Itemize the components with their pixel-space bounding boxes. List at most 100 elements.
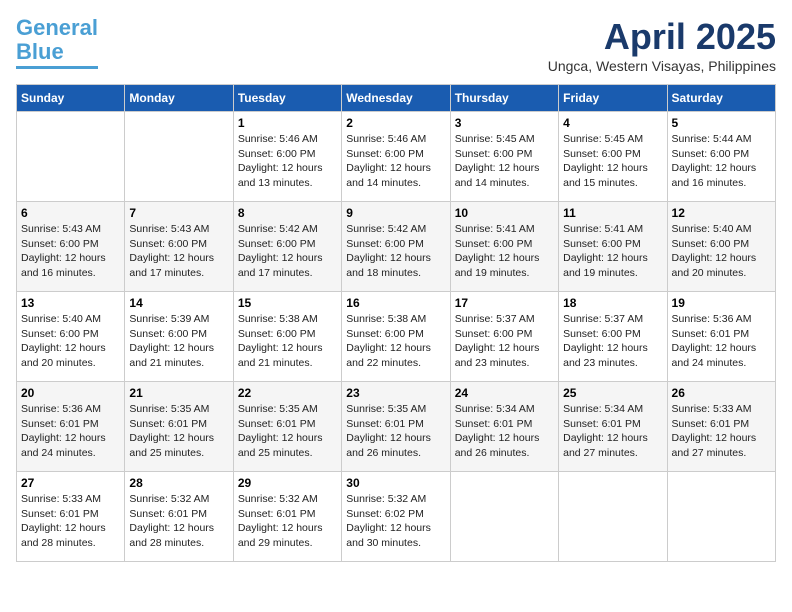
logo-general: General bbox=[16, 15, 98, 40]
day-info-line: Daylight: 12 hours and 29 minutes. bbox=[238, 521, 337, 550]
day-info-line: Sunrise: 5:37 AM bbox=[455, 312, 554, 327]
day-number: 23 bbox=[346, 386, 445, 400]
day-info-line: Sunset: 6:01 PM bbox=[129, 507, 228, 522]
logo-blue: Blue bbox=[16, 39, 64, 64]
day-info-line: Sunset: 6:00 PM bbox=[455, 147, 554, 162]
day-number: 24 bbox=[455, 386, 554, 400]
day-info-line: Sunset: 6:01 PM bbox=[21, 417, 120, 432]
day-info-line: Daylight: 12 hours and 28 minutes. bbox=[21, 521, 120, 550]
day-info-line: Sunset: 6:00 PM bbox=[563, 147, 662, 162]
day-info-line: Sunset: 6:00 PM bbox=[346, 147, 445, 162]
weekday-header-thursday: Thursday bbox=[450, 85, 558, 112]
day-info-line: Sunset: 6:01 PM bbox=[129, 417, 228, 432]
day-info-line: Sunset: 6:00 PM bbox=[238, 327, 337, 342]
day-info-line: Sunrise: 5:43 AM bbox=[21, 222, 120, 237]
day-info-line: Sunset: 6:01 PM bbox=[455, 417, 554, 432]
day-info-line: Sunrise: 5:46 AM bbox=[238, 132, 337, 147]
day-cell: 17Sunrise: 5:37 AMSunset: 6:00 PMDayligh… bbox=[450, 292, 558, 382]
day-cell: 2Sunrise: 5:46 AMSunset: 6:00 PMDaylight… bbox=[342, 112, 450, 202]
day-info-line: Sunrise: 5:40 AM bbox=[21, 312, 120, 327]
day-info-line: Sunset: 6:01 PM bbox=[672, 417, 771, 432]
day-info-line: Sunset: 6:00 PM bbox=[129, 327, 228, 342]
day-cell: 22Sunrise: 5:35 AMSunset: 6:01 PMDayligh… bbox=[233, 382, 341, 472]
day-number: 17 bbox=[455, 296, 554, 310]
day-cell: 5Sunrise: 5:44 AMSunset: 6:00 PMDaylight… bbox=[667, 112, 775, 202]
day-cell: 13Sunrise: 5:40 AMSunset: 6:00 PMDayligh… bbox=[17, 292, 125, 382]
day-number: 4 bbox=[563, 116, 662, 130]
day-info-line: Sunset: 6:00 PM bbox=[346, 237, 445, 252]
day-number: 20 bbox=[21, 386, 120, 400]
day-info-line: Sunrise: 5:38 AM bbox=[238, 312, 337, 327]
day-cell: 20 Sunrise: 5:36 AMSunset: 6:01 PMDayligh… bbox=[17, 382, 125, 472]
day-info-line: Sunset: 6:01 PM bbox=[238, 417, 337, 432]
day-cell: 28Sunrise: 5:32 AMSunset: 6:01 PMDayligh… bbox=[125, 472, 233, 562]
day-cell: 23Sunrise: 5:35 AMSunset: 6:01 PMDayligh… bbox=[342, 382, 450, 472]
week-row-5: 27Sunrise: 5:33 AMSunset: 6:01 PMDayligh… bbox=[17, 472, 776, 562]
day-cell: 4 Sunrise: 5:45 AMSunset: 6:00 PMDaylight… bbox=[559, 112, 667, 202]
day-number: 10 bbox=[455, 206, 554, 220]
day-number: 5 bbox=[672, 116, 771, 130]
day-info-line: Daylight: 12 hours and 30 minutes. bbox=[346, 521, 445, 550]
day-cell: 12Sunrise: 5:40 AMSunset: 6:00 PMDayligh… bbox=[667, 202, 775, 292]
day-cell bbox=[559, 472, 667, 562]
weekday-header-monday: Monday bbox=[125, 85, 233, 112]
day-cell: 7Sunrise: 5:43 AMSunset: 6:00 PMDaylight… bbox=[125, 202, 233, 292]
day-info-line: Daylight: 12 hours and 20 minutes. bbox=[21, 341, 120, 370]
weekday-header-row: SundayMondayTuesdayWednesdayThursdayFrid… bbox=[17, 85, 776, 112]
day-number: 3 bbox=[455, 116, 554, 130]
logo-underline bbox=[16, 66, 98, 69]
day-info-line: Daylight: 12 hours and 26 minutes. bbox=[455, 431, 554, 460]
weekday-header-wednesday: Wednesday bbox=[342, 85, 450, 112]
day-cell bbox=[450, 472, 558, 562]
day-info-line: Sunset: 6:01 PM bbox=[346, 417, 445, 432]
week-row-3: 13Sunrise: 5:40 AMSunset: 6:00 PMDayligh… bbox=[17, 292, 776, 382]
day-info-line: Daylight: 12 hours and 15 minutes. bbox=[563, 161, 662, 190]
day-info-line: Daylight: 12 hours and 24 minutes. bbox=[21, 431, 120, 460]
day-info-line: Sunrise: 5:33 AM bbox=[672, 402, 771, 417]
day-info-line: Daylight: 12 hours and 20 minutes. bbox=[672, 251, 771, 280]
day-info-line: Sunset: 6:00 PM bbox=[21, 237, 120, 252]
day-number: 21 bbox=[129, 386, 228, 400]
day-cell: 8Sunrise: 5:42 AMSunset: 6:00 PMDaylight… bbox=[233, 202, 341, 292]
day-number: 8 bbox=[238, 206, 337, 220]
day-number: 26 bbox=[672, 386, 771, 400]
day-info-line: Daylight: 12 hours and 26 minutes. bbox=[346, 431, 445, 460]
day-info-line: Sunrise: 5:45 AM bbox=[563, 132, 662, 147]
day-number: 18 bbox=[563, 296, 662, 310]
day-cell: 10Sunrise: 5:41 AMSunset: 6:00 PMDayligh… bbox=[450, 202, 558, 292]
day-cell: 3Sunrise: 5:45 AMSunset: 6:00 PMDaylight… bbox=[450, 112, 558, 202]
day-info-line: Daylight: 12 hours and 16 minutes. bbox=[672, 161, 771, 190]
day-info-line: Sunset: 6:00 PM bbox=[563, 327, 662, 342]
day-info-line: Sunrise: 5:43 AM bbox=[129, 222, 228, 237]
day-info-line: Sunrise: 5:36 AM bbox=[672, 312, 771, 327]
day-number: 30 bbox=[346, 476, 445, 490]
day-info-line: Sunrise: 5:38 AM bbox=[346, 312, 445, 327]
weekday-header-saturday: Saturday bbox=[667, 85, 775, 112]
day-number: 28 bbox=[129, 476, 228, 490]
day-number: 9 bbox=[346, 206, 445, 220]
day-info-line: Daylight: 12 hours and 18 minutes. bbox=[346, 251, 445, 280]
day-cell: 25Sunrise: 5:34 AMSunset: 6:01 PMDayligh… bbox=[559, 382, 667, 472]
day-cell: 18Sunrise: 5:37 AMSunset: 6:00 PMDayligh… bbox=[559, 292, 667, 382]
day-info-line: Daylight: 12 hours and 23 minutes. bbox=[455, 341, 554, 370]
day-info-line: Sunrise: 5:42 AM bbox=[346, 222, 445, 237]
day-info-line: Daylight: 12 hours and 24 minutes. bbox=[672, 341, 771, 370]
day-cell: 27Sunrise: 5:33 AMSunset: 6:01 PMDayligh… bbox=[17, 472, 125, 562]
calendar-table: SundayMondayTuesdayWednesdayThursdayFrid… bbox=[16, 84, 776, 562]
day-info-line: Daylight: 12 hours and 22 minutes. bbox=[346, 341, 445, 370]
day-info-line: Sunrise: 5:40 AM bbox=[672, 222, 771, 237]
day-info-line: Daylight: 12 hours and 27 minutes. bbox=[563, 431, 662, 460]
day-cell: 16 Sunrise: 5:38 AMSunset: 6:00 PMDayligh… bbox=[342, 292, 450, 382]
day-info-line: Sunset: 6:01 PM bbox=[21, 507, 120, 522]
day-info-line: Sunrise: 5:36 AM bbox=[21, 402, 120, 417]
logo: General Blue bbox=[16, 16, 98, 69]
day-number: 16 bbox=[346, 296, 445, 310]
day-number: 14 bbox=[129, 296, 228, 310]
day-info-line: Daylight: 12 hours and 14 minutes. bbox=[455, 161, 554, 190]
day-number: 19 bbox=[672, 296, 771, 310]
day-info-line: Sunset: 6:00 PM bbox=[346, 327, 445, 342]
day-info-line: Sunrise: 5:41 AM bbox=[455, 222, 554, 237]
day-info-line: Sunset: 6:00 PM bbox=[672, 237, 771, 252]
day-number: 15 bbox=[238, 296, 337, 310]
day-cell: 15Sunrise: 5:38 AMSunset: 6:00 PMDayligh… bbox=[233, 292, 341, 382]
